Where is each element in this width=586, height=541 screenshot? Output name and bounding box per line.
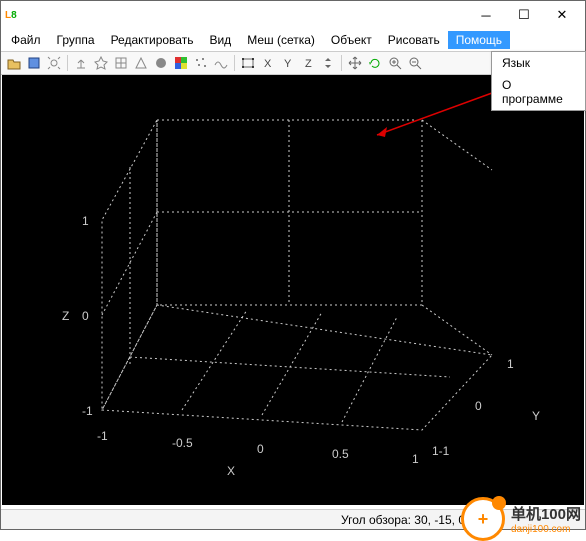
sphere-icon[interactable] bbox=[152, 54, 170, 72]
watermark-cn: 单机100网 bbox=[511, 503, 581, 524]
zoomout-icon[interactable] bbox=[406, 54, 424, 72]
watermark-logo-icon: + bbox=[461, 497, 505, 541]
y-tick: 0 bbox=[475, 399, 482, 413]
menu-object[interactable]: Объект bbox=[323, 31, 380, 49]
minimize-button[interactable]: ─ bbox=[467, 2, 505, 28]
grid-icon[interactable] bbox=[112, 54, 130, 72]
maximize-button[interactable]: ☐ bbox=[505, 2, 543, 28]
svg-text:Z: Z bbox=[305, 58, 312, 70]
cone-icon[interactable] bbox=[132, 54, 150, 72]
menu-help[interactable]: Помощь bbox=[448, 31, 510, 49]
disk-icon[interactable] bbox=[25, 54, 43, 72]
watermark: + 单机100网 danji100.com bbox=[461, 497, 581, 541]
palette-icon[interactable] bbox=[172, 54, 190, 72]
help-dropdown: Язык О программе bbox=[491, 51, 586, 111]
z-tick: 1 bbox=[82, 214, 89, 228]
menu-about[interactable]: О программе bbox=[492, 74, 585, 110]
x-tick: 0.5 bbox=[332, 447, 349, 461]
updown-icon[interactable] bbox=[319, 54, 337, 72]
box-icon[interactable] bbox=[239, 54, 257, 72]
dots-icon[interactable] bbox=[192, 54, 210, 72]
app-logo-icon: L8 bbox=[5, 7, 21, 23]
menubar: Файл Группа Редактировать Вид Меш (сетка… bbox=[1, 29, 585, 51]
view-angle-label: Угол обзора: bbox=[341, 513, 411, 527]
zoomin-icon[interactable] bbox=[386, 54, 404, 72]
menu-draw[interactable]: Рисовать bbox=[380, 31, 448, 49]
open-icon[interactable] bbox=[5, 54, 23, 72]
x-tick: 0 bbox=[257, 442, 264, 456]
3d-viewport[interactable]: -1 -0.5 0 0.5 1 X 1-1 0 1 Y -1 0 1 Z bbox=[2, 75, 584, 505]
svg-text:Y: Y bbox=[284, 58, 292, 70]
wave-icon[interactable] bbox=[212, 54, 230, 72]
star-icon[interactable] bbox=[92, 54, 110, 72]
move-icon[interactable] bbox=[346, 54, 364, 72]
radio-icon[interactable] bbox=[45, 54, 63, 72]
z-tick: 0 bbox=[82, 309, 89, 323]
x-axis-label: X bbox=[227, 464, 235, 478]
x-tick: -1 bbox=[97, 429, 108, 443]
menu-group[interactable]: Группа bbox=[49, 31, 103, 49]
titlebar: L8 ─ ☐ ✕ bbox=[1, 1, 585, 29]
x-axis-icon[interactable]: X bbox=[259, 54, 277, 72]
menu-edit[interactable]: Редактировать bbox=[103, 31, 202, 49]
gizmo-icon[interactable] bbox=[72, 54, 90, 72]
z-axis-label: Z bbox=[62, 309, 69, 323]
rotate-icon[interactable] bbox=[366, 54, 384, 72]
z-tick: -1 bbox=[82, 404, 93, 418]
menu-file[interactable]: Файл bbox=[3, 31, 49, 49]
y-axis-icon[interactable]: Y bbox=[279, 54, 297, 72]
z-axis-icon[interactable]: Z bbox=[299, 54, 317, 72]
menu-view[interactable]: Вид bbox=[201, 31, 239, 49]
y-tick: 1 bbox=[507, 357, 514, 371]
x-tick: 1 bbox=[412, 452, 419, 466]
view-angle-value: 30, -15, 0 bbox=[414, 513, 465, 527]
yx-corner: 1-1 bbox=[432, 444, 450, 458]
svg-text:X: X bbox=[264, 58, 272, 70]
menu-mesh[interactable]: Меш (сетка) bbox=[239, 31, 323, 49]
axes-grid: -1 -0.5 0 0.5 1 X 1-1 0 1 Y -1 0 1 Z bbox=[2, 75, 584, 505]
y-axis-label: Y bbox=[532, 409, 540, 423]
x-tick: -0.5 bbox=[172, 436, 193, 450]
close-button[interactable]: ✕ bbox=[543, 2, 581, 28]
menu-language[interactable]: Язык bbox=[492, 52, 585, 74]
